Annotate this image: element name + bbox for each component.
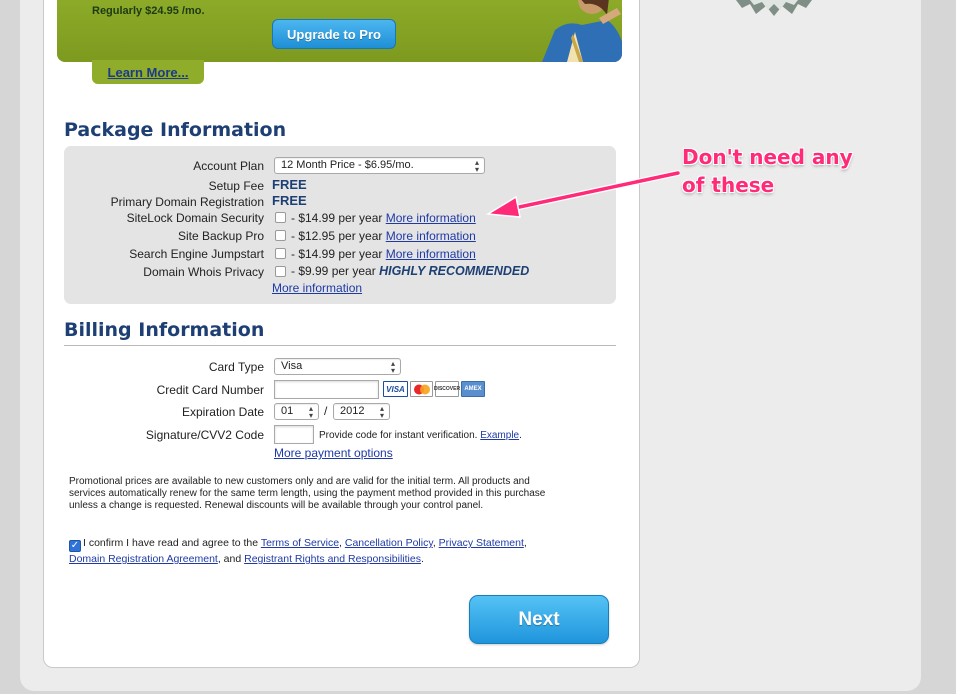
cvv-hint-period: . (519, 430, 522, 441)
annotation-text: Don't need any of these (682, 143, 882, 199)
select-arrows-icon: ▴ ▾ (390, 359, 395, 375)
mastercard-logo-icon (410, 381, 433, 397)
site-backup-more-info-link[interactable]: More information (386, 229, 476, 243)
sitelock-more-info-link[interactable]: More information (386, 211, 476, 225)
confirm-prefix: I confirm I have read and agree to the (83, 537, 259, 549)
next-button[interactable]: Next (469, 595, 609, 644)
setup-fee-label: Setup Fee (208, 179, 264, 193)
card-type-value: Visa (281, 360, 303, 372)
agree-terms-checkbox[interactable]: ✓ (69, 540, 81, 552)
cancellation-policy-link[interactable]: Cancellation Policy (345, 537, 433, 549)
discover-logo-icon: DISCOVER (434, 381, 460, 397)
annotation-line-1: Don't need any (682, 145, 853, 169)
terms-confirmation: ✓ I confirm I have read and agree to the … (69, 537, 527, 565)
seo-jumpstart-label: Search Engine Jumpstart (129, 247, 264, 261)
registrant-rights-link[interactable]: Registrant Rights and Responsibilities (244, 553, 421, 565)
expiration-label: Expiration Date (181, 405, 264, 419)
setup-fee-value: FREE (272, 177, 307, 192)
account-plan-select[interactable]: 12 Month Price - $6.95/mo. ▴ ▾ (274, 157, 485, 174)
privacy-statement-link[interactable]: Privacy Statement (439, 537, 524, 549)
seo-jumpstart-price: - $14.99 per year (291, 247, 383, 261)
confirm-and: and (223, 553, 242, 565)
seo-jumpstart-more-info-link[interactable]: More information (386, 247, 476, 261)
site-backup-price: - $12.95 per year (291, 229, 383, 243)
billing-divider (64, 345, 616, 346)
learn-more-link[interactable]: Learn More... (108, 65, 189, 80)
card-type-select[interactable]: Visa ▴ ▾ (274, 358, 401, 375)
cvv-hint: Provide code for instant verification. (319, 430, 478, 441)
select-arrows-icon: ▴ ▾ (379, 404, 384, 420)
sitelock-price: - $14.99 per year (291, 211, 383, 225)
primary-domain-value: FREE (272, 193, 307, 208)
card-logos: VISA DISCOVER AMEX (383, 381, 485, 397)
select-arrows-icon: ▴ ▾ (474, 158, 479, 174)
annotation-arrow-icon (485, 170, 680, 218)
primary-domain-label: Primary Domain Registration (110, 195, 264, 209)
card-type-label: Card Type (208, 360, 264, 374)
cc-number-label: Credit Card Number (156, 383, 264, 397)
amex-logo-icon: AMEX (461, 381, 485, 397)
domain-registration-agreement-link[interactable]: Domain Registration Agreement (69, 553, 218, 565)
regular-price: Regularly $24.95 /mo. (92, 5, 205, 17)
billing-info-heading: Billing Information (64, 319, 265, 341)
cvv-example-link[interactable]: Example (480, 430, 519, 441)
promo-person-image (542, 0, 622, 62)
site-backup-checkbox[interactable] (275, 230, 286, 241)
select-arrows-icon: ▴ ▾ (308, 404, 313, 420)
promo-disclaimer: Promotional prices are available to new … (69, 476, 546, 511)
cvv-label: Signature/CVV2 Code (145, 428, 264, 442)
exp-year-value: 2012 (340, 405, 365, 417)
sitelock-label: SiteLock Domain Security (126, 211, 264, 225)
cc-number-input[interactable] (274, 380, 379, 399)
seo-jumpstart-checkbox[interactable] (275, 248, 286, 259)
account-plan-label: Account Plan (193, 159, 264, 173)
whois-privacy-price: - $9.99 per year (291, 264, 376, 278)
whois-highly-recommended: HIGHLY RECOMMENDED (379, 264, 530, 278)
visa-logo-icon: VISA (383, 381, 408, 397)
exp-separator: / (324, 404, 328, 418)
whois-privacy-label: Domain Whois Privacy (143, 265, 264, 279)
exp-month-value: 01 (281, 405, 294, 417)
site-backup-label: Site Backup Pro (177, 229, 264, 243)
upgrade-to-pro-button[interactable]: Upgrade to Pro (272, 19, 396, 49)
annotation-line-2: of these (682, 173, 775, 197)
promo-banner: Regularly $24.95 /mo. Upgrade to Pro (57, 0, 622, 62)
whois-privacy-more-info-link[interactable]: More information (272, 281, 362, 295)
whois-privacy-checkbox[interactable] (275, 266, 286, 277)
exp-year-select[interactable]: 2012 ▴ ▾ (333, 403, 390, 420)
sitelock-checkbox[interactable] (275, 212, 286, 223)
learn-more-tab: Learn More... (92, 60, 204, 84)
account-plan-value: 12 Month Price - $6.95/mo. (281, 159, 414, 171)
package-info-heading: Package Information (64, 119, 287, 141)
badge-graphic (736, 0, 812, 16)
cvv-input[interactable] (274, 425, 314, 444)
more-payment-options-link[interactable]: More payment options (274, 446, 393, 460)
terms-of-service-link[interactable]: Terms of Service (261, 537, 339, 549)
exp-month-select[interactable]: 01 ▴ ▾ (274, 403, 319, 420)
